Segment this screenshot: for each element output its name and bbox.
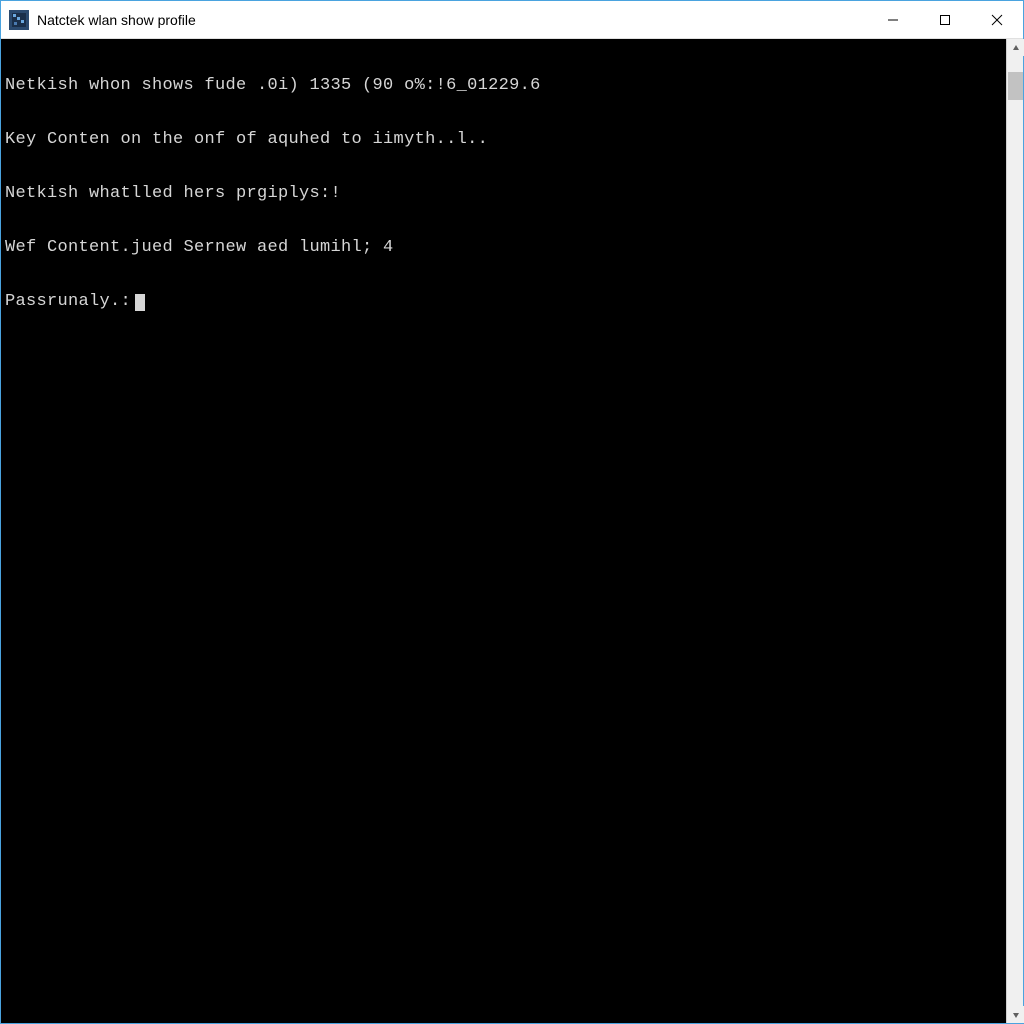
terminal-line: Key Conten on the onf of aquhed to iimyt… bbox=[5, 131, 1002, 149]
minimize-icon bbox=[887, 14, 899, 26]
window-title: Natctek wlan show profile bbox=[37, 12, 867, 28]
maximize-icon bbox=[939, 14, 951, 26]
terminal-line: Wef Content.jued Sernew aed lumihl; 4 bbox=[5, 239, 1002, 257]
app-icon bbox=[9, 10, 29, 30]
close-button[interactable] bbox=[971, 1, 1023, 38]
cursor bbox=[135, 294, 145, 311]
minimize-button[interactable] bbox=[867, 1, 919, 38]
vertical-scrollbar[interactable] bbox=[1006, 39, 1023, 1023]
close-icon bbox=[991, 14, 1003, 26]
terminal-line: Netkish whon shows fude .0i) 1335 (90 o%… bbox=[5, 77, 1002, 95]
terminal-line: Netkish whatlled hers prgiplys:! bbox=[5, 185, 1002, 203]
chevron-down-icon bbox=[1012, 1011, 1020, 1019]
client-area: Netkish whon shows fude .0i) 1335 (90 o%… bbox=[1, 39, 1023, 1023]
terminal-prompt-line: Passrunaly.: bbox=[5, 293, 1002, 311]
window-controls bbox=[867, 1, 1023, 38]
scroll-down-arrow[interactable] bbox=[1007, 1006, 1024, 1023]
terminal-output[interactable]: Netkish whon shows fude .0i) 1335 (90 o%… bbox=[1, 39, 1006, 1023]
maximize-button[interactable] bbox=[919, 1, 971, 38]
chevron-up-icon bbox=[1012, 44, 1020, 52]
app-window: Natctek wlan show profile Netkis bbox=[0, 0, 1024, 1024]
scroll-thumb[interactable] bbox=[1008, 72, 1023, 100]
terminal-prompt: Passrunaly.: bbox=[5, 293, 131, 311]
titlebar[interactable]: Natctek wlan show profile bbox=[1, 1, 1023, 39]
scroll-up-arrow[interactable] bbox=[1007, 39, 1024, 56]
scroll-track[interactable] bbox=[1007, 56, 1023, 1006]
